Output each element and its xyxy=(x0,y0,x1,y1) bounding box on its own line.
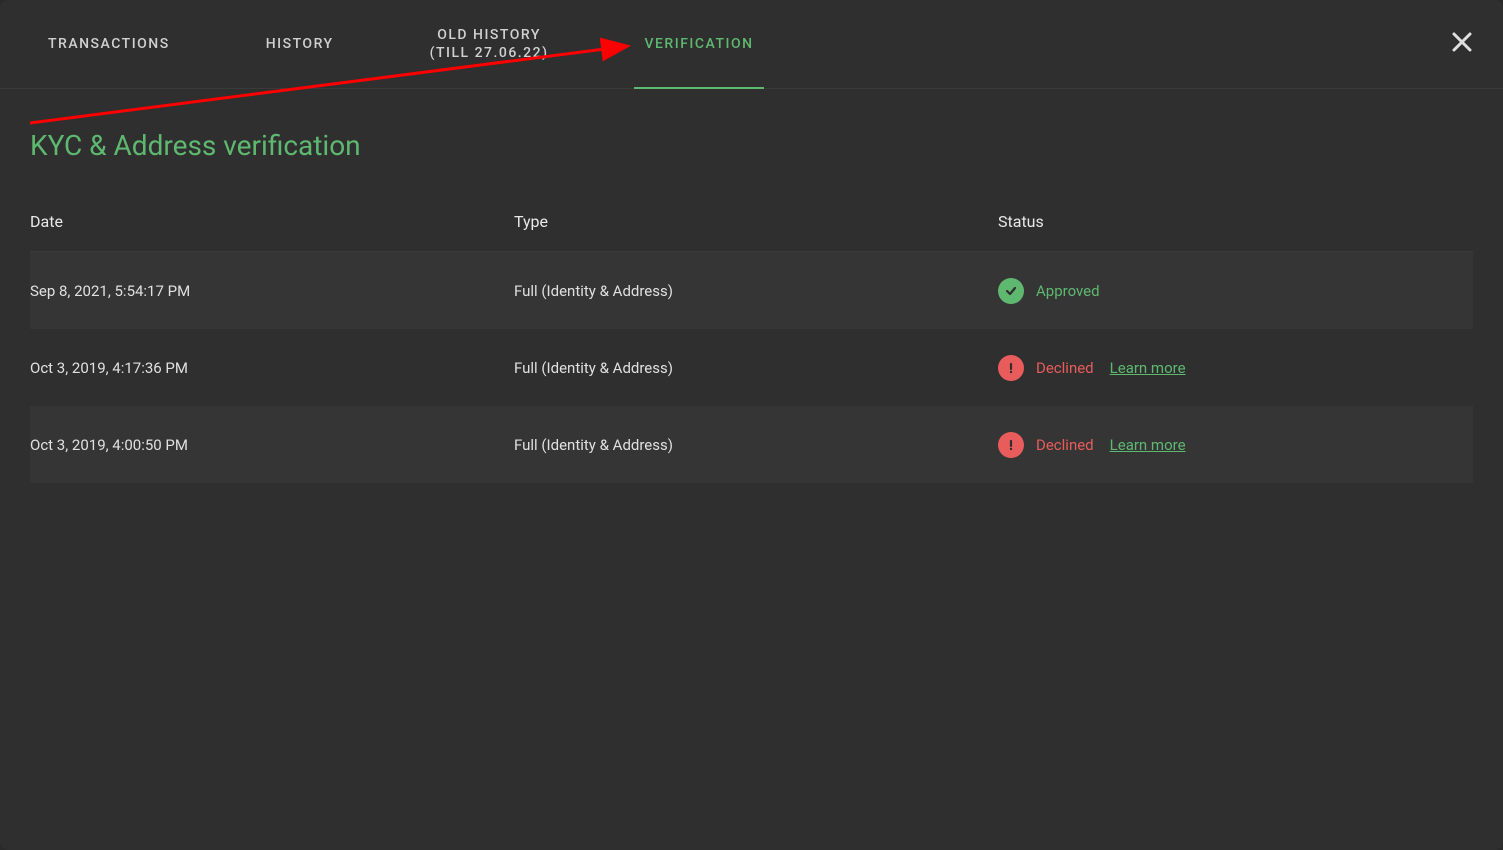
learn-more-link[interactable]: Learn more xyxy=(1110,359,1186,377)
table-row: Oct 3, 2019, 4:17:36 PM Full (Identity &… xyxy=(30,329,1473,406)
alert-circle-icon xyxy=(998,432,1024,458)
tab-history[interactable]: HISTORY xyxy=(218,0,382,89)
tab-label-line1: OLD HISTORY xyxy=(437,26,541,44)
tab-verification[interactable]: VERIFICATION xyxy=(596,0,801,89)
learn-more-link[interactable]: Learn more xyxy=(1110,436,1186,454)
cell-status: Declined Learn more xyxy=(998,355,1473,381)
close-button[interactable] xyxy=(1451,31,1473,57)
tab-bar: TRANSACTIONS HISTORY OLD HISTORY (TILL 2… xyxy=(0,0,1503,89)
status-text: Declined xyxy=(1036,359,1094,377)
cell-date: Oct 3, 2019, 4:17:36 PM xyxy=(30,359,514,377)
tab-label: TRANSACTIONS xyxy=(48,36,170,52)
tab-label: HISTORY xyxy=(266,36,334,52)
cell-type: Full (Identity & Address) xyxy=(514,359,998,377)
status-text: Approved xyxy=(1036,282,1100,300)
close-icon xyxy=(1451,31,1473,53)
table-header-row: Date Type Status xyxy=(30,212,1473,252)
column-header-type: Type xyxy=(514,212,998,231)
page-title: KYC & Address verification xyxy=(30,129,1473,162)
cell-status: Approved xyxy=(998,278,1473,304)
tab-label-line2: (TILL 27.06.22) xyxy=(430,44,549,62)
check-circle-icon xyxy=(998,278,1024,304)
column-header-date: Date xyxy=(30,212,514,231)
cell-type: Full (Identity & Address) xyxy=(514,282,998,300)
alert-circle-icon xyxy=(998,355,1024,381)
table-row: Sep 8, 2021, 5:54:17 PM Full (Identity &… xyxy=(30,252,1473,329)
table-row: Oct 3, 2019, 4:00:50 PM Full (Identity &… xyxy=(30,406,1473,483)
tab-label: VERIFICATION xyxy=(644,36,753,52)
table-body: Sep 8, 2021, 5:54:17 PM Full (Identity &… xyxy=(30,252,1473,483)
cell-date: Oct 3, 2019, 4:00:50 PM xyxy=(30,436,514,454)
cell-type: Full (Identity & Address) xyxy=(514,436,998,454)
cell-date: Sep 8, 2021, 5:54:17 PM xyxy=(30,282,514,300)
tab-transactions[interactable]: TRANSACTIONS xyxy=(0,0,218,89)
status-text: Declined xyxy=(1036,436,1094,454)
cell-status: Declined Learn more xyxy=(998,432,1473,458)
tab-old-history[interactable]: OLD HISTORY (TILL 27.06.22) xyxy=(382,0,597,89)
column-header-status: Status xyxy=(998,212,1473,231)
